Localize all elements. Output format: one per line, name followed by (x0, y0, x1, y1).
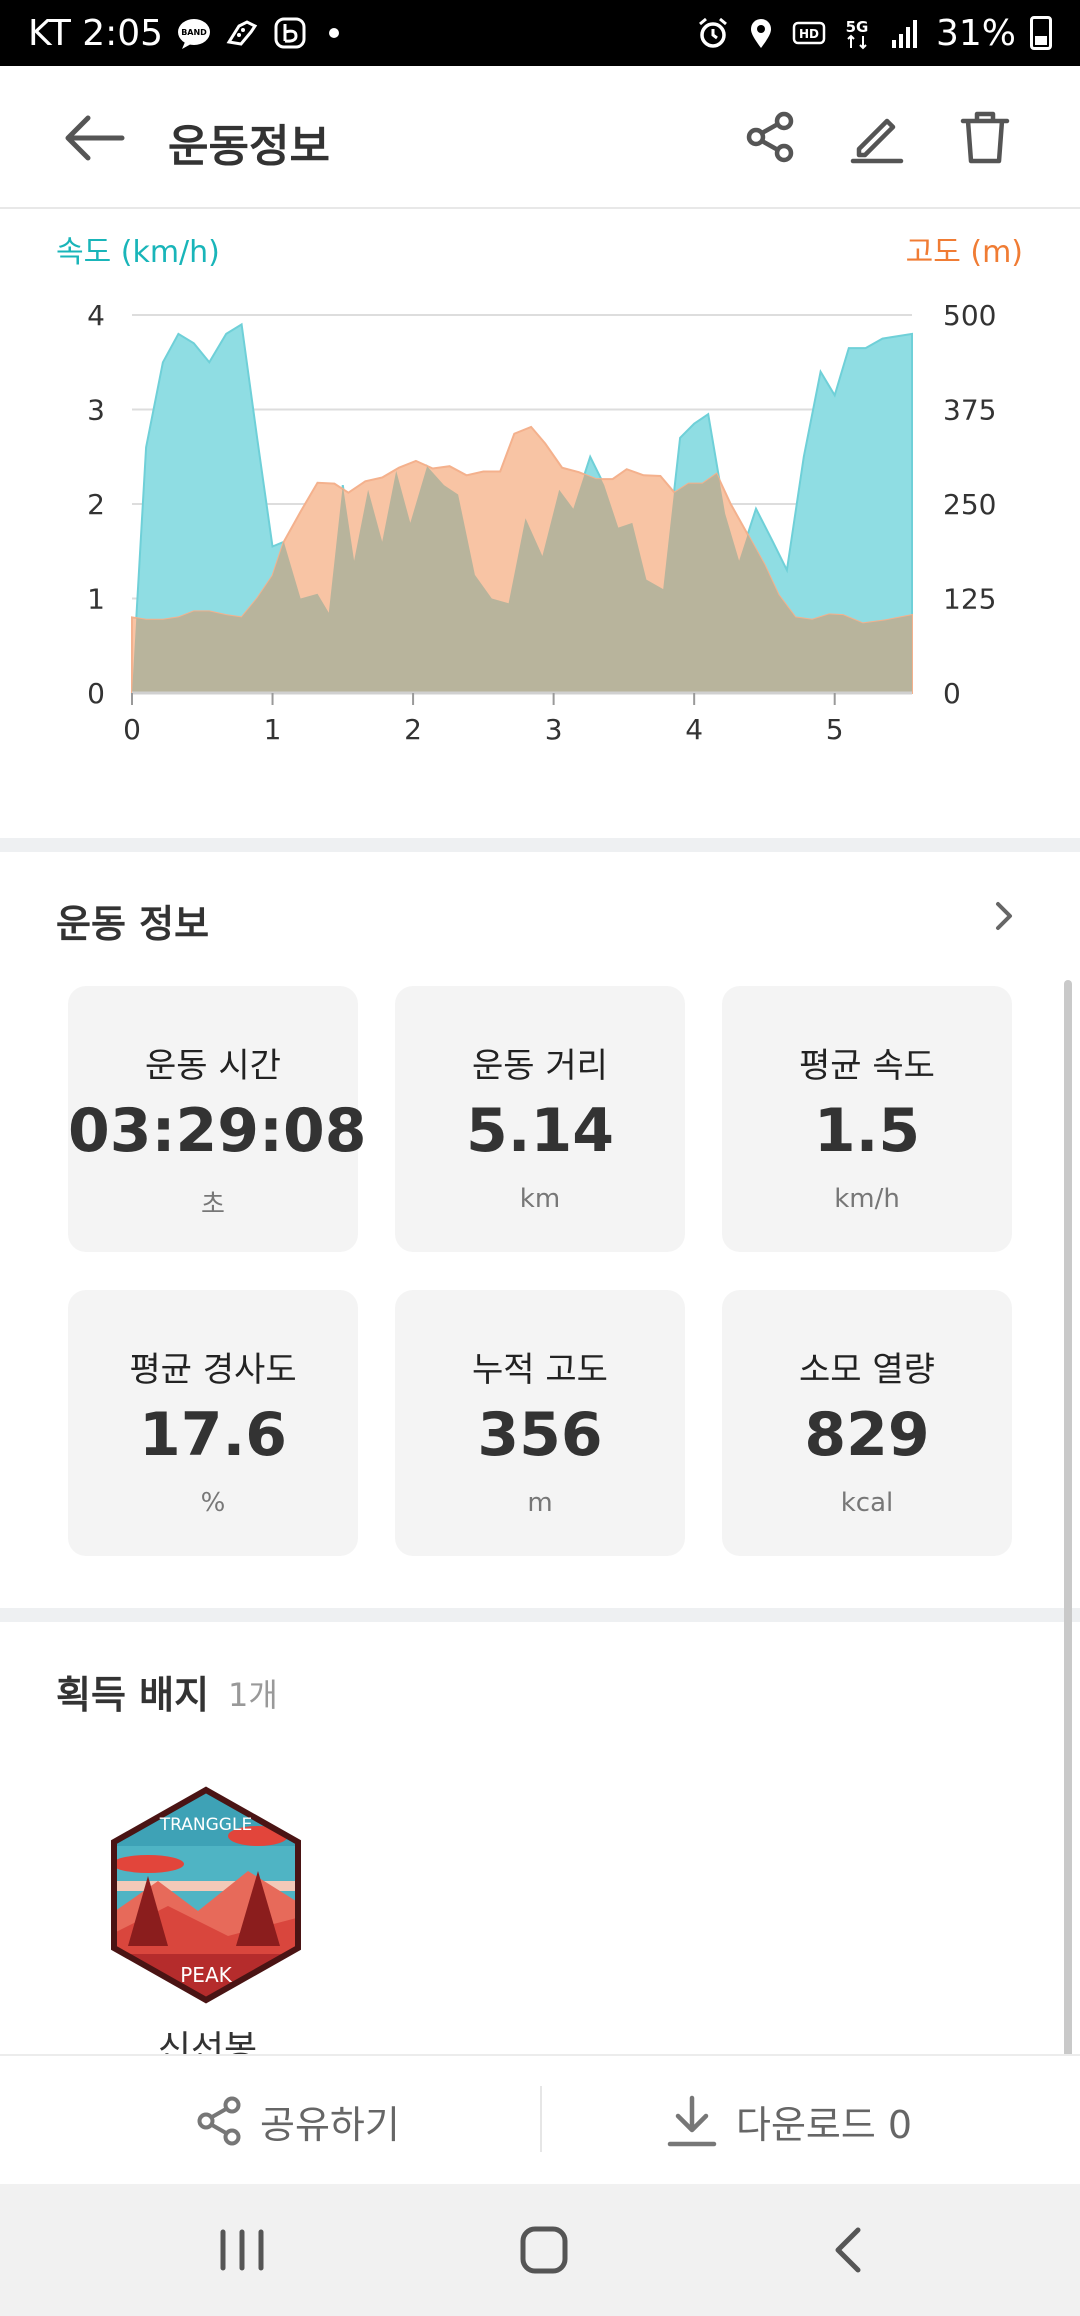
home-icon (520, 2226, 568, 2274)
stat-value: 356 (477, 1400, 603, 1470)
badge-top-text: TRANGGLE (159, 1815, 252, 1835)
recents-icon (220, 2229, 264, 2271)
stat-card-calories: 소모 열량 829 kcal (722, 1290, 1012, 1556)
nav-back-button[interactable] (818, 2220, 878, 2280)
carrier-time: KT 2:05 (28, 12, 164, 54)
stat-label: 운동 거리 (472, 1046, 608, 1086)
y-right-tick-label: 250 (943, 488, 996, 521)
stat-unit: km/h (834, 1184, 900, 1214)
badges-title: 획득 배지 (56, 1673, 210, 1717)
section-divider (0, 1608, 1080, 1622)
share-button[interactable] (735, 102, 805, 172)
stat-unit: 초 (201, 1190, 225, 1220)
stat-card-total-ascent: 누적 고도 356 m (395, 1290, 685, 1556)
svg-text:5G: 5G (846, 18, 869, 36)
dot-icon (329, 28, 340, 38)
y-left-tick-label: 3 (87, 394, 105, 427)
hd-icon: HD (792, 16, 826, 50)
badge-bottom-text: PEAK (180, 1963, 232, 1987)
home-button[interactable] (514, 2220, 574, 2280)
download-label: 다운로드 0 (736, 2102, 913, 2147)
stat-unit: m (527, 1488, 553, 1518)
badges-count: 1개 (228, 1676, 278, 1714)
x-tick-label: 0 (123, 713, 141, 746)
stat-unit: km (519, 1184, 561, 1214)
share-label: 공유하기 (260, 2102, 400, 2147)
y-left-tick-label: 4 (87, 299, 105, 332)
stat-label: 운동 시간 (145, 1046, 281, 1086)
stat-value: 5.14 (465, 1096, 615, 1166)
battery-icon (1030, 16, 1052, 50)
workout-info-title: 운동 정보 (56, 902, 210, 946)
section-divider (0, 838, 1080, 852)
y-left-tick-label: 0 (87, 677, 105, 710)
stat-card-distance: 운동 거리 5.14 km (395, 986, 685, 1252)
arrow-left-icon (65, 115, 125, 161)
status-bar: KT 2:05 BAND HD 5G 31% (0, 0, 1080, 66)
download-action-button[interactable]: 다운로드 0 (666, 2056, 912, 2186)
stat-value: 1.5 (813, 1096, 921, 1166)
back-button[interactable] (58, 110, 130, 166)
stat-value: 17.6 (138, 1400, 288, 1470)
x-tick-label: 3 (545, 713, 563, 746)
stat-label: 평균 경사도 (129, 1350, 297, 1390)
x-tick-label: 4 (685, 713, 703, 746)
svg-text:BAND: BAND (181, 28, 207, 37)
bottom-action-bar: 공유하기 다운로드 0 (0, 2054, 1080, 2184)
b-app-icon (273, 16, 307, 50)
location-icon (744, 16, 778, 50)
stat-label: 소모 열량 (799, 1350, 935, 1390)
svg-text:HD: HD (799, 27, 819, 41)
shoe-icon (225, 16, 259, 50)
recents-button[interactable] (212, 2220, 272, 2280)
y-left-tick-label: 2 (87, 488, 105, 521)
back-icon (835, 2227, 861, 2273)
stat-value: 829 (804, 1400, 930, 1470)
stat-unit: % (200, 1488, 226, 1518)
scrollbar[interactable] (1064, 980, 1072, 2080)
stat-card-avg-slope: 평균 경사도 17.6 % (68, 1290, 358, 1556)
bottom-divider (540, 2086, 542, 2152)
y-right-tick-label: 0 (943, 677, 961, 710)
edit-button[interactable] (842, 102, 912, 172)
edit-icon (850, 118, 904, 164)
5g-icon: 5G (840, 16, 874, 50)
x-tick-label: 1 (264, 713, 282, 746)
page-title: 운동정보 (168, 121, 330, 172)
stat-value: 03:29:08 (68, 1096, 367, 1166)
band-icon: BAND (177, 16, 211, 50)
y-right-tick-label: 125 (943, 583, 996, 616)
x-tick-label: 5 (826, 713, 844, 746)
stat-label: 누적 고도 (472, 1350, 608, 1390)
y-right-tick-label: 375 (943, 394, 996, 427)
stat-card-avg-speed: 평균 속도 1.5 km/h (722, 986, 1012, 1252)
chevron-right-icon[interactable] (984, 896, 1024, 936)
alarm-icon (696, 16, 730, 50)
y-left-tick-label: 1 (87, 583, 105, 616)
x-tick-label: 2 (404, 713, 422, 746)
speed-altitude-chart: 속도 (km/h) 고도 (m) 0 1 2 3 4 5 0 1 2 3 4 0 125 250 375 50… (0, 209, 1080, 839)
delete-button[interactable] (950, 102, 1020, 172)
system-nav-bar (0, 2184, 1080, 2316)
stat-card-duration: 운동 시간 03:29:08 초 (68, 986, 367, 1252)
stat-unit: kcal (840, 1488, 894, 1518)
trash-icon (960, 111, 1010, 164)
battery-percent: 31% (935, 12, 1016, 54)
signal-icon (888, 16, 922, 50)
stat-label: 평균 속도 (799, 1046, 935, 1086)
chart-plot: 0 1 2 3 4 5 0 1 2 3 4 0 125 250 375 500 (87, 299, 996, 746)
app-bar: 운동정보 (0, 66, 1080, 209)
download-icon (667, 2095, 717, 2147)
share-icon (197, 2096, 241, 2146)
y-right-tick-label: 500 (943, 299, 996, 332)
share-icon (746, 111, 794, 163)
share-action-button[interactable]: 공유하기 (196, 2056, 400, 2186)
peak-badge-image[interactable]: TRANGGLE PEAK (108, 1786, 304, 2004)
